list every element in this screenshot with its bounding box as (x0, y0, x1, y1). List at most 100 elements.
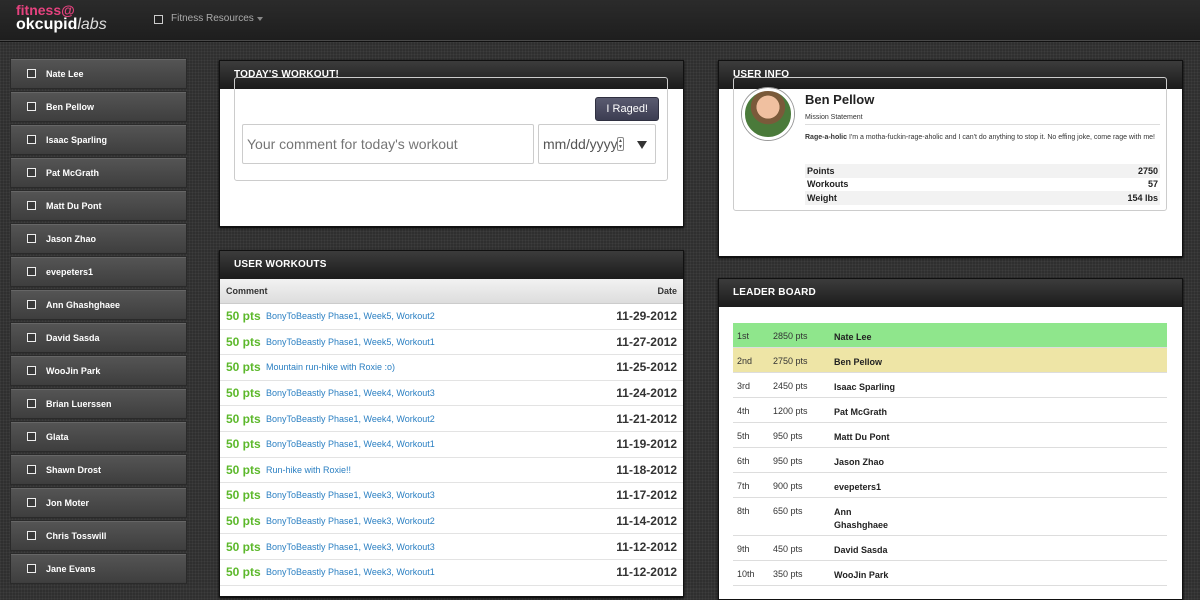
mission-statement-text: I'm a motha-fuckin-rage-aholic and I can… (847, 134, 1155, 141)
stat-label: Workouts (807, 179, 849, 190)
avatar (742, 88, 794, 140)
brand-logo[interactable]: fitness@ okcupidlabs (16, 2, 136, 38)
table-row: 50 pts BonyToBeastly Phase1, Week3, Worko… (220, 534, 683, 560)
workout-comment-link[interactable]: BonyToBeastly Phase1, Week5, Workout2 (266, 311, 616, 321)
workout-date: 11-29-2012 (616, 309, 677, 324)
sidebar-item-user[interactable]: WooJin Park (10, 355, 187, 386)
leader-row[interactable]: 8th 650 pts Ann Ghashghaee (733, 498, 1167, 536)
workout-points: 50 pts (226, 437, 261, 452)
leader-points: 950 pts (773, 431, 803, 441)
sidebar-item-user[interactable]: Pat McGrath (10, 157, 187, 188)
sidebar-item-user[interactable]: Chris Tosswill (10, 520, 187, 551)
checkbox-icon (27, 432, 36, 441)
workout-points: 50 pts (226, 565, 261, 580)
divider (805, 124, 1160, 125)
checkbox-icon (27, 102, 36, 111)
checkbox-icon (27, 399, 36, 408)
stat-value: 154 lbs (1127, 192, 1158, 203)
checkbox-icon (27, 300, 36, 309)
sidebar-item-label: Ann Ghashghaee (46, 299, 121, 310)
leader-rank: 2nd (737, 356, 753, 366)
workout-comment-link[interactable]: BonyToBeastly Phase1, Week3, Workout1 (266, 567, 616, 577)
brand-logo-bottom: okcupidlabs (16, 16, 107, 34)
sidebar-item-user[interactable]: Matt Du Pont (10, 190, 187, 221)
sidebar-item-label: Brian Luerssen (46, 398, 112, 409)
sidebar-item-label: Chris Tosswill (46, 530, 107, 541)
workout-points: 50 pts (226, 462, 261, 477)
workouts-table-header: Comment Date (220, 279, 683, 304)
sidebar-item-user[interactable]: Shawn Drost (10, 454, 187, 485)
sidebar-item-user[interactable]: Isaac Sparling (10, 124, 187, 155)
workout-date: 11-19-2012 (616, 437, 677, 452)
workout-points: 50 pts (226, 309, 261, 324)
leader-rank: 10th (737, 569, 755, 579)
sidebar-item-user[interactable]: Ann Ghashghaee (10, 289, 187, 320)
fitness-resources-dropdown[interactable]: Fitness Resources (154, 12, 263, 26)
top-navbar: fitness@ okcupidlabs Fitness Resources (0, 0, 1200, 41)
sidebar-item-user[interactable]: Nate Lee (10, 58, 187, 89)
workout-comment-link[interactable]: BonyToBeastly Phase1, Week4, Workout1 (266, 439, 616, 449)
checkbox-icon (27, 168, 36, 177)
workout-date: 11-18-2012 (616, 462, 677, 477)
workout-comment-link[interactable]: Run-hike with Roxie!! (266, 465, 616, 475)
leader-name: Matt Du Pont (834, 432, 890, 442)
workout-comment-link[interactable]: BonyToBeastly Phase1, Week3, Workout2 (266, 516, 616, 526)
workout-points: 50 pts (226, 411, 261, 426)
checkbox-icon (27, 465, 36, 474)
leader-rank: 4th (737, 406, 750, 416)
sidebar-item-user[interactable]: Jon Moter (10, 487, 187, 518)
spinner-icon[interactable]: ▲ ▼ (617, 137, 624, 151)
sidebar-item-user[interactable]: evepeters1 (10, 256, 187, 287)
stat-row-weight: Weight 154 lbs (805, 191, 1160, 205)
sidebar-item-label: David Sasda (46, 332, 100, 343)
dropdown-arrow-icon[interactable] (637, 141, 647, 149)
workout-comment-link[interactable]: BonyToBeastly Phase1, Week4, Workout2 (266, 414, 616, 424)
user-name: Ben Pellow (805, 92, 875, 107)
sidebar-user-list: Nate Lee Ben Pellow Isaac Sparling Pat M… (10, 58, 187, 586)
workout-date-input[interactable]: mm/dd/yyyy ▲ ▼ (538, 124, 656, 164)
leader-row[interactable]: 5th 950 pts Matt Du Pont (733, 423, 1167, 448)
workout-comment-link[interactable]: Mountain run-hike with Roxie :o) (266, 362, 616, 372)
leader-row[interactable]: 10th 350 pts WooJin Park (733, 561, 1167, 586)
leader-name: Jason Zhao (834, 457, 885, 467)
leader-row[interactable]: 9th 450 pts David Sasda (733, 536, 1167, 561)
todays-workout-panel: Today's Workout! I Raged! mm/dd/yyyy ▲▼ (219, 60, 684, 227)
sidebar-item-label: evepeters1 (46, 266, 94, 277)
sidebar-item-user[interactable]: Ben Pellow (10, 91, 187, 122)
checkbox-icon (154, 14, 163, 24)
checkbox-icon (27, 267, 36, 276)
workout-comment-link[interactable]: BonyToBeastly Phase1, Week4, Workout3 (266, 388, 616, 398)
leader-row[interactable]: 1st 2850 pts Nate Lee (733, 323, 1167, 348)
leader-board-list: 1st 2850 pts Nate Lee 2nd 2750 pts Ben Pello… (733, 323, 1167, 586)
sidebar-item-user[interactable]: Jason Zhao (10, 223, 187, 254)
workout-points: 50 pts (226, 539, 261, 554)
sidebar-item-user[interactable]: Brian Luerssen (10, 388, 187, 419)
checkbox-icon (27, 135, 36, 144)
leader-name: Ann Ghashghaee (834, 507, 889, 530)
leader-row[interactable]: 4th 1200 pts Pat McGrath (733, 398, 1167, 423)
table-row: 50 pts BonyToBeastly Phase1, Week3, Worko… (220, 509, 683, 535)
leader-row[interactable]: 2nd 2750 pts Ben Pellow (733, 348, 1167, 373)
stat-row-workouts: Workouts 57 (805, 178, 1160, 192)
table-row: 50 pts BonyToBeastly Phase1, Week5, Worko… (220, 304, 683, 330)
sidebar-item-label: Jon Moter (46, 497, 90, 508)
i-raged-button[interactable]: I Raged! (595, 97, 659, 121)
leader-board-panel: Leader Board 1st 2850 pts Nate Lee 2nd 2750… (718, 278, 1183, 600)
workout-date: 11-27-2012 (616, 334, 677, 349)
leader-row[interactable]: 7th 900 pts evepeters1 (733, 473, 1167, 498)
user-workouts-panel: User Workouts Comment Date 50 pts BonyToB… (219, 250, 684, 597)
workout-points: 50 pts (226, 514, 261, 529)
workout-comment-input[interactable] (242, 124, 534, 164)
leader-name: Ben Pellow (834, 357, 883, 367)
leader-rank: 6th (737, 456, 750, 466)
workout-comment-link[interactable]: BonyToBeastly Phase1, Week3, Workout3 (266, 490, 616, 500)
sidebar-item-user[interactable]: Glata (10, 421, 187, 452)
sidebar-item-user[interactable]: David Sasda (10, 322, 187, 353)
leader-points: 2450 pts (773, 381, 808, 391)
sidebar-item-user[interactable]: Jane Evans (10, 553, 187, 584)
leader-row[interactable]: 3rd 2450 pts Isaac Sparling (733, 373, 1167, 398)
workout-comment-link[interactable]: BonyToBeastly Phase1, Week3, Workout3 (266, 542, 616, 552)
workout-points: 50 pts (226, 334, 261, 349)
leader-row[interactable]: 6th 950 pts Jason Zhao (733, 448, 1167, 473)
workout-comment-link[interactable]: BonyToBeastly Phase1, Week5, Workout1 (266, 337, 616, 347)
